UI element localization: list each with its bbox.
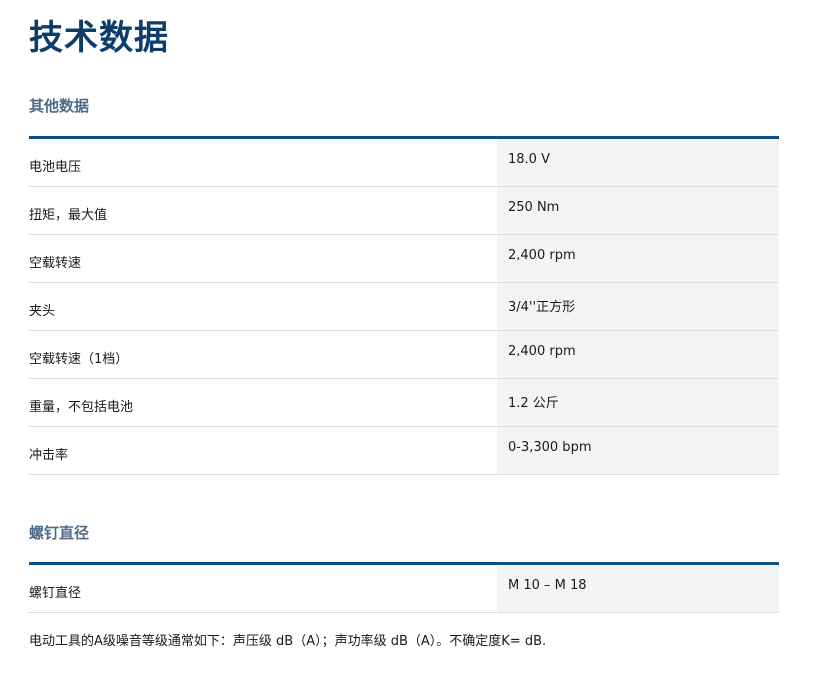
spec-label: 电池电压 bbox=[29, 160, 82, 175]
table-row: 空载转速 2,400 rpm bbox=[29, 235, 779, 283]
spec-value: 2,400 rpm bbox=[497, 331, 779, 378]
spec-label: 夹头 bbox=[29, 304, 56, 319]
table-row: 夹头 3/4''正方形 bbox=[29, 283, 779, 331]
spec-label: 重量，不包括电池 bbox=[29, 400, 134, 415]
spec-value: 2,400 rpm bbox=[497, 235, 779, 282]
spec-value: 3/4''正方形 bbox=[497, 283, 779, 330]
spec-table-other-data: 电池电压 18.0 V 扭矩，最大值 250 Nm 空载转速 2,400 rpm… bbox=[29, 139, 779, 475]
section-title-screw-diameter: 螺钉直径 bbox=[29, 524, 90, 542]
table-row: 扭矩，最大值 250 Nm bbox=[29, 187, 779, 235]
spec-value: 1.2 公斤 bbox=[497, 379, 779, 426]
spec-label: 螺钉直径 bbox=[29, 586, 82, 601]
table-row: 螺钉直径 M 10 – M 18 bbox=[29, 565, 779, 613]
table-row: 电池电压 18.0 V bbox=[29, 139, 779, 187]
table-row: 冲击率 0-3,300 bpm bbox=[29, 427, 779, 475]
noise-footnote: 电动工具的A级噪音等级通常如下：声压级 dB（A）；声功率级 dB（A）。不确定… bbox=[29, 634, 547, 649]
spec-value: 250 Nm bbox=[497, 187, 779, 234]
spec-value: 18.0 V bbox=[497, 139, 779, 186]
spec-value: 0-3,300 bpm bbox=[497, 427, 779, 474]
spec-value: M 10 – M 18 bbox=[497, 565, 779, 612]
table-row: 空载转速（1档） 2,400 rpm bbox=[29, 331, 779, 379]
page-title: 技术数据 bbox=[29, 18, 169, 58]
section-title-other-data: 其他数据 bbox=[29, 97, 90, 115]
spec-label: 空载转速（1档） bbox=[29, 352, 129, 367]
spec-label: 扭矩，最大值 bbox=[29, 208, 108, 223]
spec-table-screw-diameter: 螺钉直径 M 10 – M 18 bbox=[29, 565, 779, 613]
table-row: 重量，不包括电池 1.2 公斤 bbox=[29, 379, 779, 427]
spec-label: 空载转速 bbox=[29, 256, 82, 271]
spec-label: 冲击率 bbox=[29, 448, 69, 463]
